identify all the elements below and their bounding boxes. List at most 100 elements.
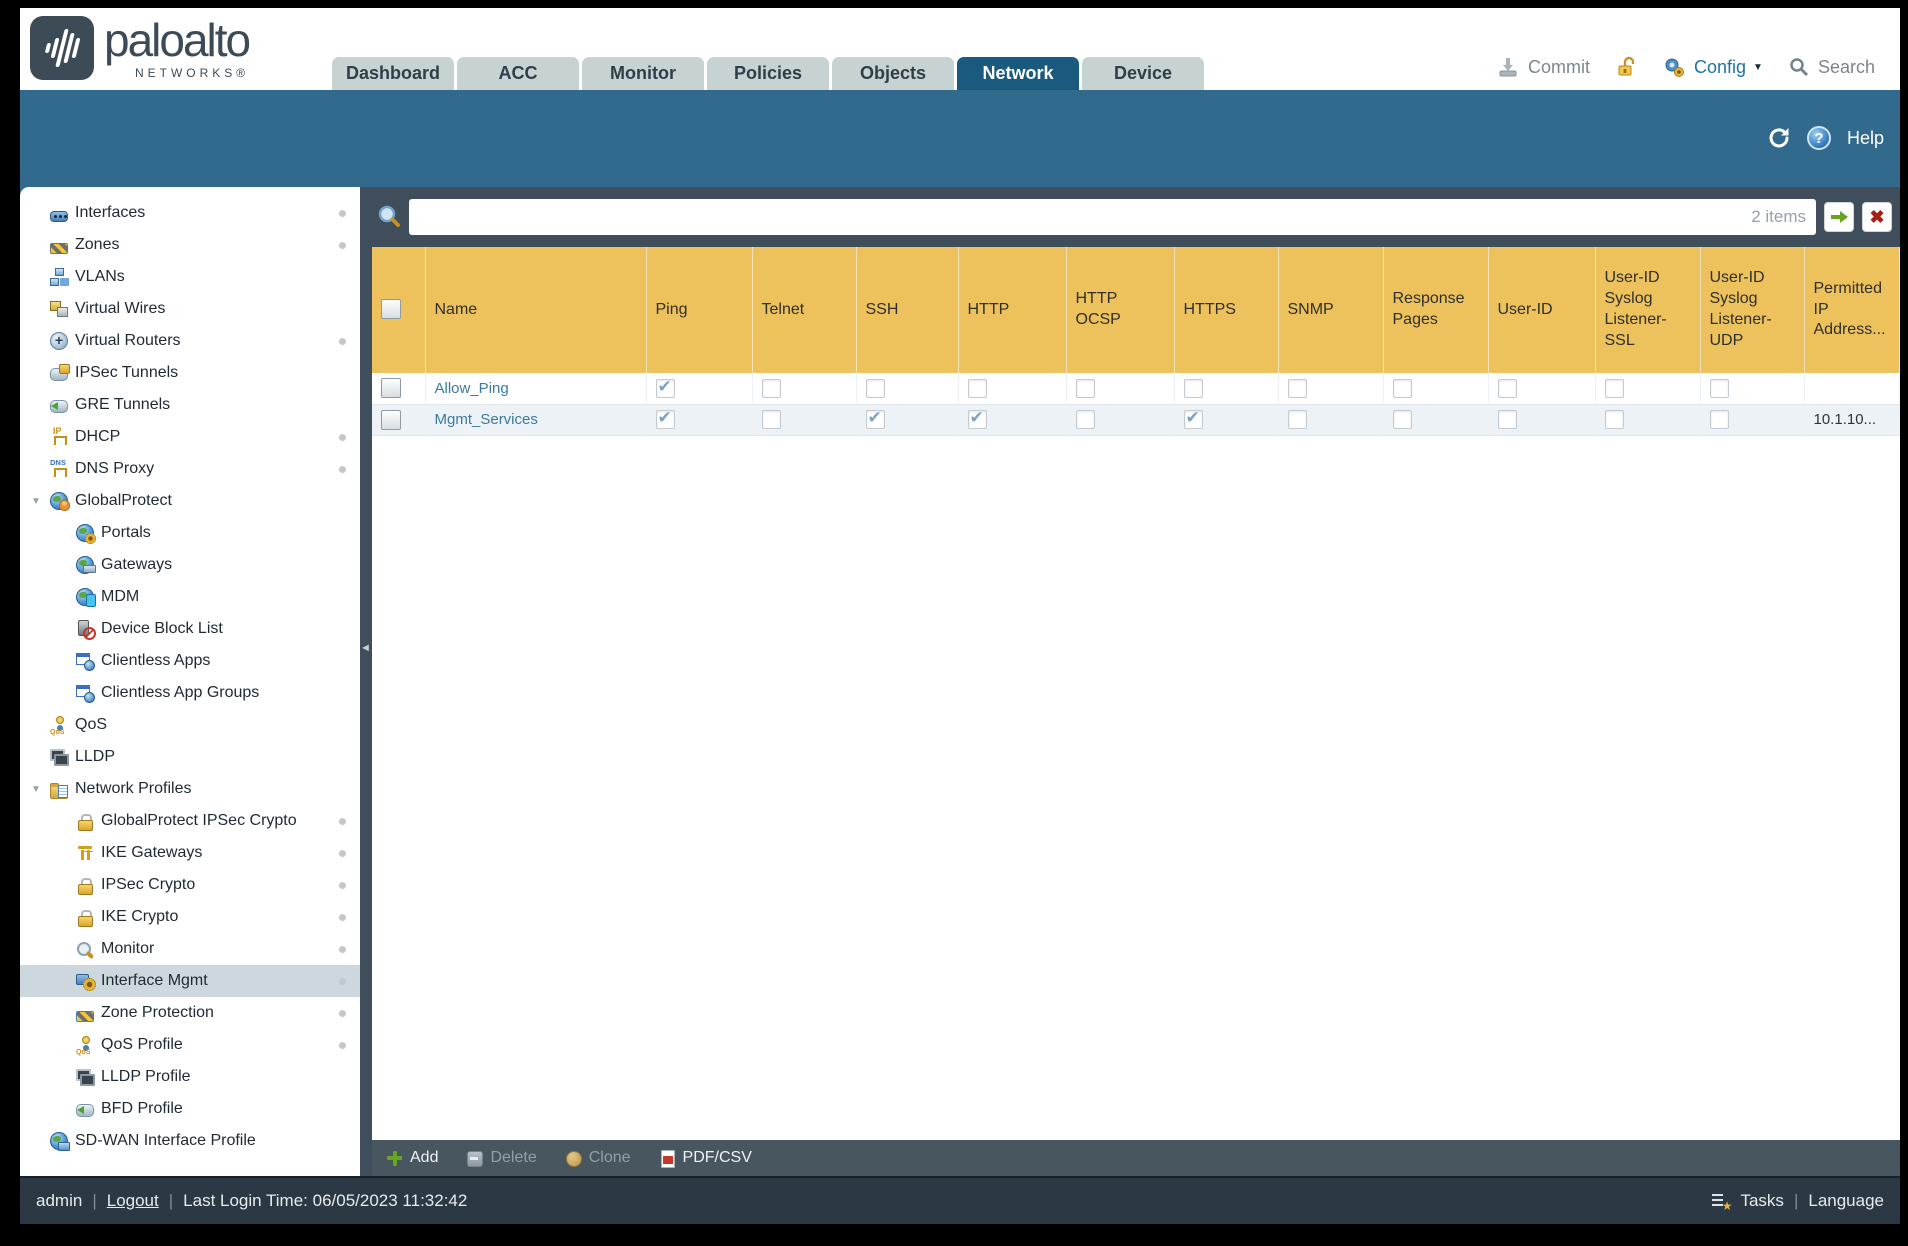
help-label[interactable]: Help [1847,128,1884,149]
commit-icon[interactable] [1497,56,1519,78]
sidebar-item-lldp-profile[interactable]: LLDP Profile [20,1061,360,1093]
row-0-ping-checkbox[interactable] [655,377,675,398]
row-1-snmp-checkbox[interactable] [1287,410,1307,429]
sidebar-item-zone-protection[interactable]: Zone Protection [20,997,360,1029]
row-1-user-id-syslog-listener-udp-checkbox[interactable] [1709,410,1729,429]
sidebar-item-clientless-apps[interactable]: Clientless Apps [20,645,360,677]
select-all-checkbox[interactable] [381,299,401,320]
sidebar-item-network-profiles[interactable]: ▼ Network Profiles [20,773,360,805]
sidebar-item-virtual-routers[interactable]: Virtual Routers [20,325,360,357]
sidebar-item-gateways[interactable]: Gateways [20,549,360,581]
row-0-select-checkbox[interactable] [381,378,401,399]
logout-link[interactable]: Logout [107,1191,159,1211]
tab-policies[interactable]: Policies [707,57,829,90]
sidebar-item-qos-profile[interactable]: QoS Profile [20,1029,360,1061]
language-button[interactable]: Language [1808,1191,1884,1211]
search-button[interactable]: Search [1818,57,1875,78]
sidebar-splitter[interactable]: ◄ [360,187,372,1176]
search-icon[interactable] [1789,57,1809,77]
sidebar-item-ike-gateways[interactable]: IKE Gateways [20,837,360,869]
column-header-http[interactable]: HTTP [958,247,1067,373]
sidebar-item-interfaces[interactable]: Interfaces [20,197,360,229]
row-1-http-ocsp-checkbox[interactable] [1075,410,1095,429]
sidebar-item-ipsec-tunnels[interactable]: IPSec Tunnels [20,357,360,389]
column-header-user-id[interactable]: User-ID [1488,247,1596,373]
row-0-snmp-checkbox[interactable] [1287,378,1307,398]
sidebar-item-qos[interactable]: QoS [20,709,360,741]
tab-device[interactable]: Device [1082,57,1204,90]
sidebar-item-dhcp[interactable]: DHCP [20,421,360,453]
help-icon[interactable]: ? [1806,126,1831,150]
sidebar-item-interface-mgmt[interactable]: Interface Mgmt [20,965,360,997]
sidebar-item-monitor[interactable]: Monitor [20,933,360,965]
row-0-user-id-syslog-listener-udp-checkbox[interactable] [1709,378,1729,398]
add-button[interactable]: Add [386,1149,438,1167]
sidebar-item-zones[interactable]: Zones [20,229,360,261]
sidebar-item-lldp[interactable]: LLDP [20,741,360,773]
row-0-http-ocsp-checkbox[interactable] [1075,378,1095,398]
sidebar-item-ike-crypto[interactable]: IKE Crypto [20,901,360,933]
row-1-ping-checkbox[interactable] [655,408,675,429]
tab-acc[interactable]: ACC [457,57,579,90]
column-header-response-pages[interactable]: Response Pages [1383,247,1489,373]
row-1-telnet-checkbox[interactable] [761,410,781,429]
row-1-select-checkbox[interactable] [381,409,401,430]
column-header-ssh[interactable]: SSH [856,247,959,373]
tasks-button[interactable]: Tasks [1740,1191,1783,1211]
sidebar-item-virtual-wires[interactable]: Virtual Wires [20,293,360,325]
row-1-user-id-syslog-listener-ssl-checkbox[interactable] [1604,410,1624,429]
column-header-https[interactable]: HTTPS [1174,247,1279,373]
tab-monitor[interactable]: Monitor [582,57,704,90]
column-header-user-id-syslog-listener-udp[interactable]: User-ID Syslog Listener-UDP [1700,247,1805,373]
expand-arrow-icon[interactable]: ▼ [28,496,50,507]
row-0-telnet-checkbox[interactable] [761,378,781,398]
column-header-ping[interactable]: Ping [646,247,753,373]
sidebar-item-vlans[interactable]: VLANs [20,261,360,293]
row-0-https-checkbox[interactable] [1183,378,1203,398]
column-header-user-id-syslog-listener-ssl[interactable]: User-ID Syslog Listener-SSL [1595,247,1701,373]
config-dropdown-caret-icon[interactable]: ▼ [1753,62,1763,73]
row-1-ssh-checkbox[interactable] [865,408,885,429]
row-0-http-checkbox[interactable] [967,378,987,398]
column-header-snmp[interactable]: SNMP [1278,247,1384,373]
sidebar-item-mdm[interactable]: MDM [20,581,360,613]
sidebar-item-sd-wan-interface-profile[interactable]: SD-WAN Interface Profile [20,1125,360,1157]
commit-button[interactable]: Commit [1528,57,1590,78]
row-name-link[interactable]: Mgmt_Services [435,411,538,428]
row-0-user-id-syslog-listener-ssl-checkbox[interactable] [1604,378,1624,398]
column-header-name[interactable]: Name [425,247,647,373]
row-1-user-id-checkbox[interactable] [1497,410,1517,429]
row-1-response-pages-checkbox[interactable] [1392,410,1412,429]
row-1-https-checkbox[interactable] [1183,408,1203,429]
row-0-user-id-checkbox[interactable] [1497,378,1517,398]
config-button[interactable]: Config [1694,57,1746,78]
sidebar-item-ipsec-crypto[interactable]: IPSec Crypto [20,869,360,901]
sidebar-item-gre-tunnels[interactable]: GRE Tunnels [20,389,360,421]
column-header-http-ocsp[interactable]: HTTP OCSP [1066,247,1175,373]
filter-input[interactable] [419,207,1744,227]
clear-filter-button[interactable]: ✖ [1862,202,1892,232]
sidebar-item-device-block-list[interactable]: Device Block List [20,613,360,645]
column-header-telnet[interactable]: Telnet [752,247,857,373]
row-0-ssh-checkbox[interactable] [865,378,885,398]
sidebar-item-bfd-profile[interactable]: BFD Profile [20,1093,360,1125]
tab-objects[interactable]: Objects [832,57,954,90]
row-1-http-checkbox[interactable] [967,408,987,429]
refresh-icon[interactable] [1767,126,1791,150]
sidebar-item-dns-proxy[interactable]: DNS Proxy [20,453,360,485]
row-0-response-pages-checkbox[interactable] [1392,378,1412,398]
sidebar-item-globalprotect[interactable]: ▼ GlobalProtect [20,485,360,517]
pdf-csv-button[interactable]: PDF/CSV [659,1149,752,1168]
config-icon[interactable] [1663,56,1685,78]
table-row[interactable]: Allow_Ping [372,373,1900,405]
tab-dashboard[interactable]: Dashboard [332,57,454,90]
tab-network[interactable]: Network [957,57,1079,90]
row-name-link[interactable]: Allow_Ping [435,380,509,397]
sidebar-item-portals[interactable]: Portals [20,517,360,549]
column-header-permitted-ip-address[interactable]: Permitted IP Address... [1804,247,1900,373]
sidebar-item-globalprotect-ipsec-crypto[interactable]: GlobalProtect IPSec Crypto [20,805,360,837]
lock-icon[interactable] [1616,56,1637,78]
sidebar-item-clientless-app-groups[interactable]: Clientless App Groups [20,677,360,709]
collapse-sidebar-arrow-icon[interactable]: ◄ [360,642,371,654]
tasks-icon[interactable] [1712,1193,1732,1213]
